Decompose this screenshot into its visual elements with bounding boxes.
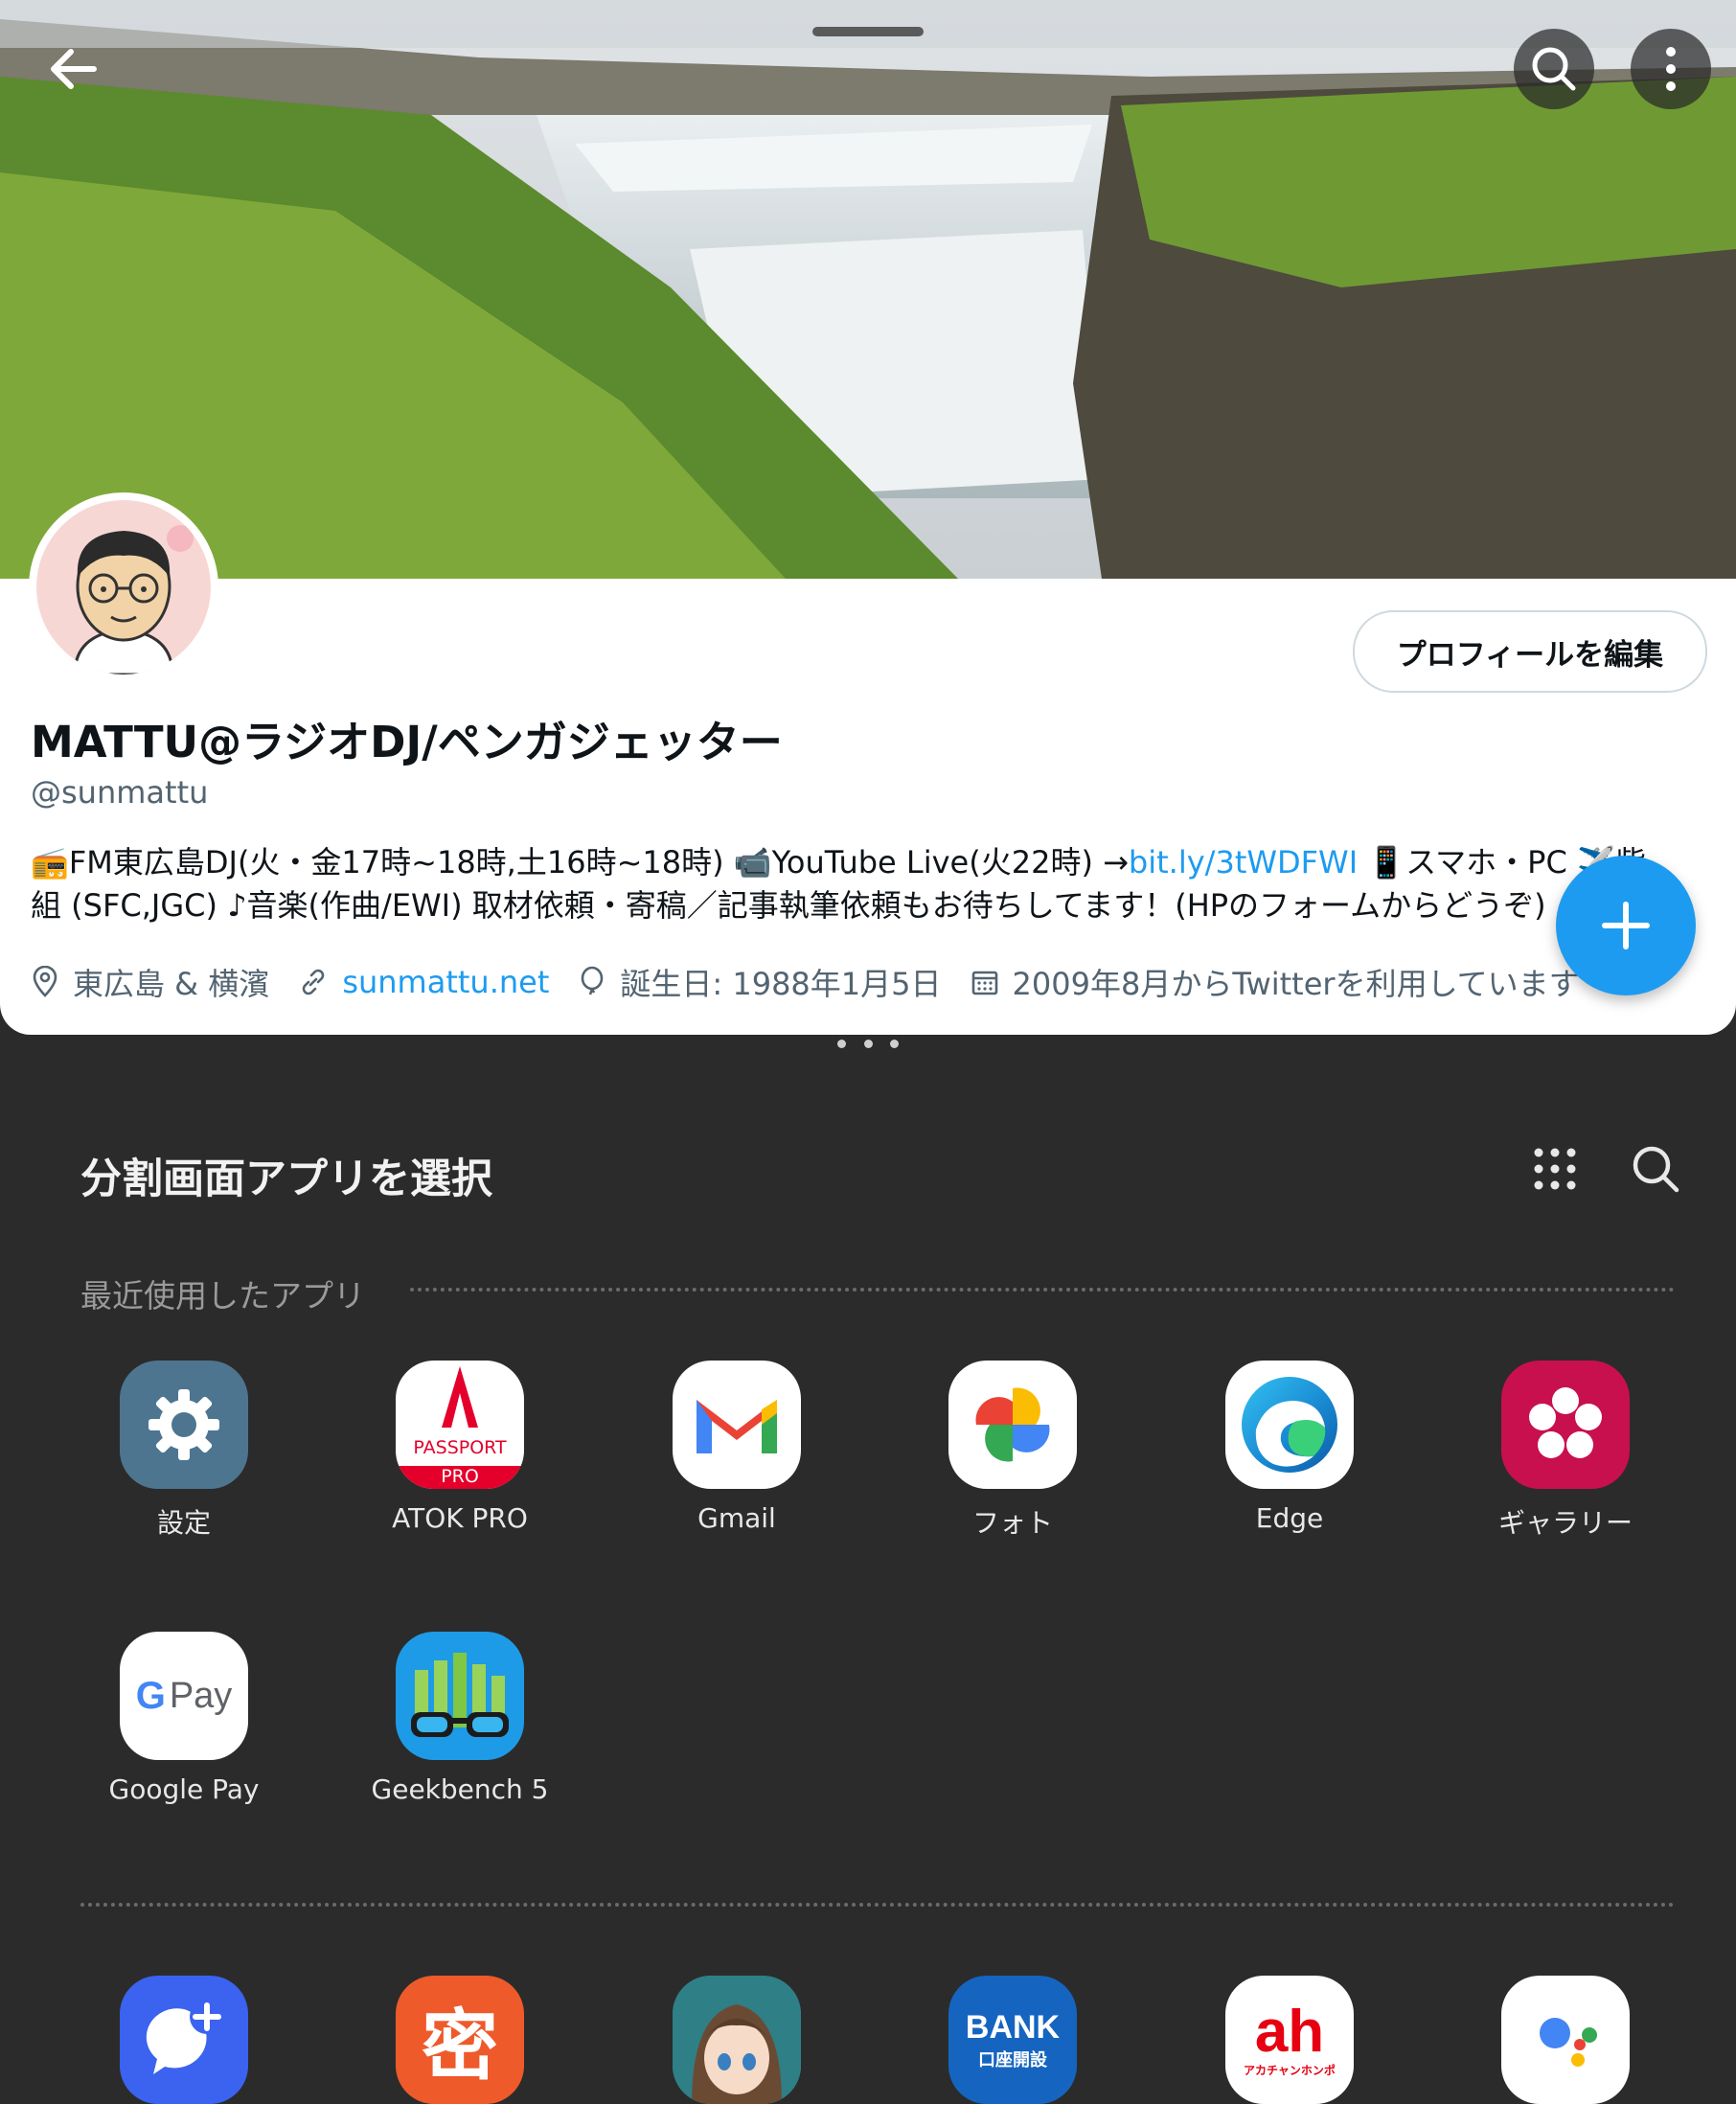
bank-subtext: 口座開設 (978, 2049, 1047, 2070)
profile-handle: @sunmattu (31, 774, 209, 811)
geekbench-icon (396, 1632, 524, 1760)
app-settings[interactable]: 設定 (88, 1361, 280, 1541)
app-gallery[interactable]: ギャラリー (1470, 1361, 1661, 1541)
balloon-icon (582, 966, 604, 995)
drag-handle[interactable] (812, 27, 924, 36)
pay-text: Pay (169, 1675, 233, 1716)
settings-icon (120, 1361, 248, 1489)
profile-name: MATTU@ラジオDJ/ペンガジェッター (31, 717, 783, 767)
app-label: 設定 (156, 1507, 211, 1539)
avatar[interactable] (29, 492, 218, 682)
link-icon (303, 969, 325, 995)
atok-passport-icon: PASSPORT PRO (396, 1361, 524, 1489)
app-label: フォト (971, 1507, 1053, 1539)
section-divider (80, 1903, 1675, 1907)
app-gmail[interactable]: Gmail (641, 1361, 833, 1534)
app-atok-pro[interactable]: PASSPORT PRO ATOK PRO (364, 1361, 556, 1534)
atok-passport-text: PASSPORT (413, 1437, 507, 1458)
app-edge[interactable]: Edge (1194, 1361, 1385, 1534)
split-screen-app-picker (0, 1052, 1736, 2085)
app-geekbench[interactable]: Geekbench 5 (364, 1632, 556, 1805)
mitsu-glyph: 密 (422, 2001, 498, 2091)
edge-icon (1225, 1361, 1354, 1489)
joined-item: 2009年8月からTwitterを利用しています (971, 960, 1580, 1004)
location-text: 東広島 & 横濱 (73, 966, 270, 1002)
section-divider (410, 1288, 1675, 1292)
profile-banner-image[interactable] (0, 0, 1736, 579)
split-divider-handle[interactable] (837, 1040, 899, 1051)
birthday-item: 誕生日: 1988年1月5日 (578, 960, 942, 1004)
compose-tweet-button[interactable] (1556, 856, 1696, 995)
birthday-text: 誕生日: 1988年1月5日 (620, 966, 942, 1002)
bank-text: BANK (965, 2008, 1061, 2046)
app-search-icon[interactable] (1629, 1142, 1682, 1196)
google-g-icon: G (135, 1674, 166, 1717)
panel-title: 分割画面アプリを選択 (80, 1155, 492, 1203)
bio-text-part1: 📻FM東広島DJ(火・金17時~18時,土16時~18時) 📹YouTube L… (31, 844, 1129, 880)
google-photos-icon (948, 1361, 1077, 1489)
app-photos[interactable]: フォト (917, 1361, 1108, 1541)
profile-bio: 📻FM東広島DJ(火・金17時~18時,土16時~18時) 📹YouTube L… (31, 841, 1659, 927)
search-icon[interactable] (1514, 29, 1594, 109)
bio-link[interactable]: bit.ly/3tWDFWI (1129, 844, 1358, 880)
ah-logo-text: ah (1254, 1998, 1325, 2065)
edit-profile-button[interactable]: プロフィールを編集 (1353, 610, 1707, 693)
app-grid-icon[interactable] (1531, 1145, 1579, 1193)
recent-apps-label: 最近使用したアプリ (80, 1277, 365, 1315)
google-pay-icon: G Pay (120, 1632, 248, 1760)
calendar-icon (971, 971, 997, 995)
location-pin-icon (33, 966, 57, 997)
atok-pro-text: PRO (441, 1466, 479, 1487)
ah-logo-subtext: アカチャンホンポ (1244, 2063, 1336, 2077)
location-item: 東広島 & 横濱 (31, 960, 269, 1004)
app-label: ATOK PRO (392, 1502, 528, 1534)
joined-text: 2009年8月からTwitterを利用しています (1012, 966, 1580, 1002)
website-item[interactable]: sunmattu.net (298, 964, 549, 1000)
app-label: Google Pay (108, 1773, 260, 1805)
back-arrow-icon[interactable] (38, 40, 107, 98)
app-google-pay[interactable]: G Pay Google Pay (88, 1632, 280, 1805)
more-options-icon[interactable] (1631, 29, 1711, 109)
gmail-icon (673, 1361, 801, 1489)
gallery-icon (1501, 1361, 1630, 1489)
profile-meta: 東広島 & 横濱 sunmattu.net 誕生日: 1988年1月5日 200… (31, 960, 1609, 1004)
website-link[interactable]: sunmattu.net (342, 964, 549, 1000)
app-label: Gmail (697, 1502, 776, 1534)
twitter-profile-pane: プロフィールを編集 MATTU@ラジオDJ/ペンガジェッター @sunmattu… (0, 0, 1736, 1035)
app-label: Edge (1255, 1502, 1324, 1534)
plus-icon (1602, 902, 1650, 949)
app-label: Geekbench 5 (371, 1773, 549, 1805)
app-label: ギャラリー (1497, 1507, 1633, 1539)
